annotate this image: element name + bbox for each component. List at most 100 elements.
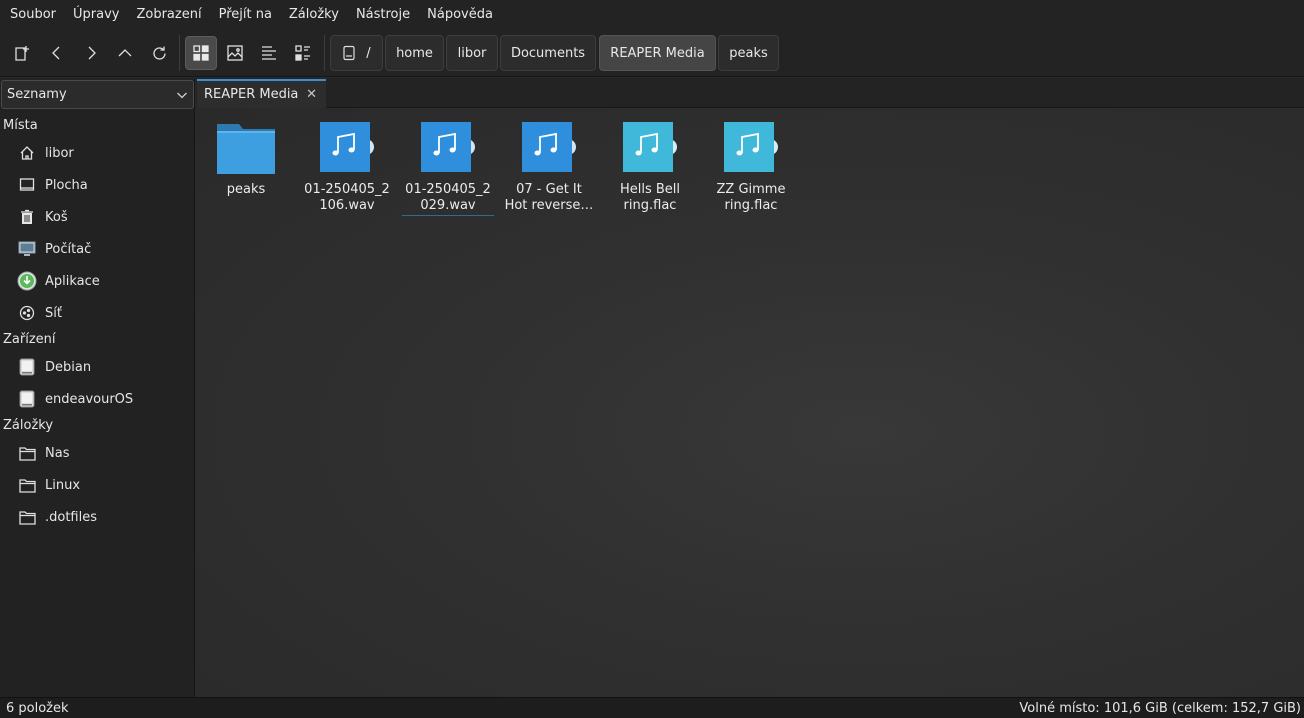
section-bookmarks-header: Záložky	[3, 418, 54, 433]
breadcrumb-item-documents[interactable]: Documents	[500, 35, 596, 71]
sidebar-item-applications[interactable]: Aplikace	[0, 266, 193, 296]
sidebar-item-label: Počítač	[45, 241, 92, 257]
menu-file[interactable]: Soubor	[3, 0, 63, 29]
home-icon	[17, 143, 37, 163]
sidebar-item-label: Debian	[45, 359, 92, 375]
breadcrumb-item-reaper-media[interactable]: REAPER Media	[599, 35, 716, 71]
drive-icon	[17, 357, 37, 377]
menu-edit[interactable]: Úpravy	[66, 0, 126, 29]
sidebar-item-label: Plocha	[45, 177, 88, 193]
thumbnail-view-button[interactable]	[219, 36, 251, 70]
status-bar: 6 položek Volné místo: 101,6 GiB (celkem…	[0, 697, 1304, 718]
file-item-wav-1[interactable]: 01-250405_2 106.wav	[301, 122, 393, 214]
breadcrumb-item-libor[interactable]: libor	[446, 35, 498, 71]
sidebar-item-label: libor	[45, 145, 74, 161]
file-item-flac-2[interactable]: ZZ Gimme ring.flac	[705, 122, 797, 214]
sidebar-item-nas[interactable]: Nas	[0, 438, 193, 468]
menu-bookmarks[interactable]: Záložky	[282, 0, 346, 29]
back-icon	[52, 46, 60, 60]
item-count: 6 položek	[6, 701, 69, 716]
breadcrumb-item-home[interactable]: home	[385, 35, 444, 71]
section-places-header: Místa	[3, 118, 38, 133]
file-item-wav-3[interactable]: 07 - Get It Hot reverse…	[503, 122, 595, 214]
file-name: Hells Bell ring.flac	[619, 182, 681, 213]
menu-help[interactable]: Nápověda	[420, 0, 500, 29]
thumbnail-view-icon	[227, 45, 243, 61]
folder-icon	[17, 443, 37, 463]
up-button[interactable]	[109, 36, 141, 70]
sidebar-item-computer[interactable]: Počítač	[0, 234, 193, 264]
audio-file-icon	[722, 122, 780, 174]
audio-file-icon	[520, 122, 578, 174]
audio-file-icon	[318, 122, 376, 174]
file-item-wav-2[interactable]: 01-250405_2 029.wav	[402, 122, 494, 216]
file-name: 01-250405_2 106.wav	[304, 182, 390, 213]
file-view[interactable]: peaks 01-250405_2 106.wav 01-250405_2 029.…	[196, 108, 1304, 697]
compact-view-button[interactable]	[253, 36, 285, 70]
sidebar-item-debian[interactable]: Debian	[0, 352, 193, 382]
sidebar-item-label: Síť	[45, 305, 62, 321]
chevron-down-icon	[177, 92, 187, 99]
sidebar-item-trash[interactable]: Koš	[0, 202, 193, 232]
tab-reaper-media[interactable]: REAPER Media ✕	[197, 79, 326, 108]
sidebar-item-linux[interactable]: Linux	[0, 470, 193, 500]
forward-button[interactable]	[75, 36, 107, 70]
file-name: 07 - Get It Hot reverse…	[504, 182, 594, 213]
toolbar-separator	[179, 35, 180, 71]
audio-file-icon	[419, 122, 477, 174]
detail-view-icon	[295, 45, 310, 61]
drive-icon	[343, 45, 355, 61]
new-tab-icon	[15, 46, 29, 61]
icon-view-button[interactable]	[185, 36, 217, 70]
breadcrumb-item-peaks[interactable]: peaks	[718, 35, 779, 71]
sidebar-item-label: Linux	[45, 477, 81, 493]
sidebar-item-endeavouros[interactable]: endeavourOS	[0, 384, 193, 414]
file-item-peaks[interactable]: peaks	[200, 122, 292, 198]
tab-bar: REAPER Media ✕	[196, 78, 1304, 108]
folder-icon	[17, 507, 37, 527]
free-space: Volné místo: 101,6 GiB (celkem: 152,7 Gi…	[1019, 701, 1301, 716]
file-name: 01-250405_2 029.wav	[402, 182, 494, 216]
applications-icon	[17, 271, 37, 291]
side-pane-selector[interactable]: Seznamy	[1, 80, 194, 109]
breadcrumb-root[interactable]: /	[330, 35, 383, 71]
file-item-flac-1[interactable]: Hells Bell ring.flac	[604, 122, 696, 214]
breadcrumb-root-label: /	[366, 45, 371, 61]
back-button[interactable]	[41, 36, 73, 70]
folder-icon	[217, 122, 275, 174]
up-icon	[118, 49, 132, 57]
sidebar-item-dotfiles[interactable]: .dotfiles	[0, 502, 193, 532]
sidebar-item-label: endeavourOS	[45, 391, 134, 407]
sidebar-item-desktop[interactable]: Plocha	[0, 170, 193, 200]
menu-view[interactable]: Zobrazení	[129, 0, 208, 29]
network-icon	[17, 303, 37, 323]
section-devices-header: Zařízení	[3, 332, 56, 347]
sidebar-item-label: Nas	[45, 445, 70, 461]
sidebar-item-label: Koš	[45, 209, 68, 225]
reload-button[interactable]	[143, 36, 175, 70]
sidebar-item-label: Aplikace	[45, 273, 100, 289]
file-name: peaks	[226, 182, 266, 197]
sidebar: Seznamy Místa libor Plocha Koš Počítač A…	[0, 78, 195, 697]
reload-icon	[152, 46, 166, 60]
icon-view-icon	[193, 45, 209, 61]
compact-view-icon	[262, 46, 276, 60]
new-tab-button[interactable]	[7, 36, 39, 70]
sidebar-item-network[interactable]: Síť	[0, 298, 193, 328]
computer-icon	[17, 239, 37, 259]
menu-tools[interactable]: Nástroje	[349, 0, 417, 29]
file-name: ZZ Gimme ring.flac	[716, 182, 786, 213]
audio-file-icon	[621, 122, 679, 174]
forward-icon	[88, 46, 96, 60]
menubar: Soubor Úpravy Zobrazení Přejít na Záložk…	[0, 0, 1304, 29]
trash-icon	[17, 207, 37, 227]
detail-view-button[interactable]	[287, 36, 319, 70]
desktop-icon	[17, 175, 37, 195]
toolbar: / home libor Documents REAPER Media peak…	[0, 29, 1304, 77]
sidebar-item-home[interactable]: libor	[0, 138, 193, 168]
menu-go[interactable]: Přejít na	[212, 0, 279, 29]
drive-icon	[17, 389, 37, 409]
toolbar-separator	[324, 35, 325, 71]
folder-icon	[17, 475, 37, 495]
close-icon[interactable]: ✕	[306, 87, 317, 102]
